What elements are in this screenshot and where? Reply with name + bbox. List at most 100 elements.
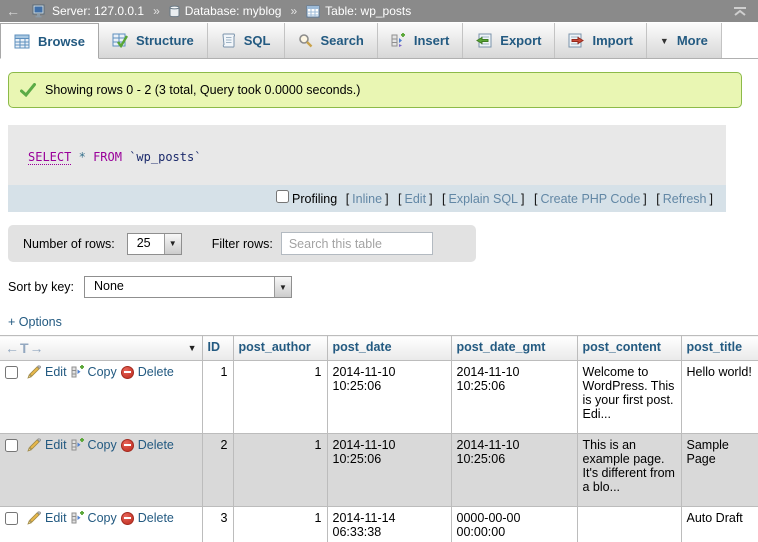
explain-sql-link[interactable]: Explain SQL <box>449 192 518 206</box>
column-header-id[interactable]: ID <box>202 336 233 361</box>
tab-browse[interactable]: Browse <box>0 23 99 59</box>
number-of-rows-label: Number of rows: <box>23 237 115 251</box>
filter-rows-label: Filter rows: <box>212 237 273 251</box>
table-row: Edit Copy Delete 2 1 2014-11-10 10:25:06… <box>0 434 758 507</box>
options-toggle-link[interactable]: + Options <box>8 315 62 329</box>
sql-keyword-from: FROM <box>93 150 122 164</box>
copy-row-link[interactable]: Copy <box>88 511 117 525</box>
create-php-code-link[interactable]: Create PHP Code <box>540 192 640 206</box>
edit-row-link[interactable]: Edit <box>45 438 67 452</box>
breadcrumb-server[interactable]: Server: 127.0.0.1 <box>32 4 144 18</box>
cell-post-author: 1 <box>233 361 327 434</box>
tab-structure[interactable]: Structure <box>99 23 208 58</box>
inline-link[interactable]: Inline <box>352 192 382 206</box>
sort-by-key-select[interactable]: None ▼ <box>84 276 292 298</box>
delete-row-link[interactable]: Delete <box>138 511 174 525</box>
cell-post-date: 2014-11-10 10:25:06 <box>327 361 451 434</box>
table-header-row: ←T→ ▼ ID post_author post_date post_date… <box>0 336 758 361</box>
bracket: ] <box>385 192 388 206</box>
search-icon <box>298 33 313 48</box>
tab-search[interactable]: Search <box>285 23 378 58</box>
row-checkbox[interactable] <box>5 512 18 525</box>
profiling-checkbox[interactable] <box>276 190 289 203</box>
bracket: ] <box>429 192 432 206</box>
sort-by-key-row: Sort by key: None ▼ <box>8 276 758 298</box>
chevron-down-icon: ▼ <box>660 36 669 46</box>
bracket: ] <box>710 192 713 206</box>
delete-minus-icon <box>121 512 134 525</box>
column-header-post-date-gmt[interactable]: post_date_gmt <box>451 336 577 361</box>
tab-export[interactable]: Export <box>463 23 555 58</box>
table-icon <box>306 5 320 18</box>
cell-id: 2 <box>202 434 233 507</box>
tab-search-label: Search <box>321 33 364 48</box>
cell-post-title: Hello world! <box>681 361 758 434</box>
profiling-label: Profiling <box>292 192 337 206</box>
number-of-rows-select[interactable]: 25 ▼ <box>127 233 182 255</box>
copy-row-icon <box>71 365 84 379</box>
cell-post-title: Sample Page <box>681 434 758 507</box>
filter-rows-input[interactable] <box>281 232 433 255</box>
row-checkbox[interactable] <box>5 366 18 379</box>
sql-query-text: SELECT * FROM `wp_posts` <box>8 125 726 185</box>
delete-row-link[interactable]: Delete <box>138 438 174 452</box>
sql-icon <box>221 33 236 48</box>
insert-icon <box>391 33 406 48</box>
tab-structure-label: Structure <box>136 33 194 48</box>
refresh-link[interactable]: Refresh <box>663 192 707 206</box>
column-header-post-date[interactable]: post_date <box>327 336 451 361</box>
breadcrumb-database[interactable]: Database: myblog <box>169 4 282 18</box>
delete-row-link[interactable]: Delete <box>138 365 174 379</box>
copy-row-link[interactable]: Copy <box>88 365 117 379</box>
edit-row-link[interactable]: Edit <box>45 511 67 525</box>
bracket: ] <box>521 192 524 206</box>
success-message-text: Showing rows 0 - 2 (3 total, Query took … <box>45 83 360 97</box>
column-header-post-content[interactable]: post_content <box>577 336 681 361</box>
edit-pencil-icon <box>27 365 41 379</box>
breadcrumb-database-label: Database: myblog <box>185 4 282 18</box>
column-header-post-author[interactable]: post_author <box>233 336 327 361</box>
copy-row-icon <box>71 511 84 525</box>
results-controls-bar: Number of rows: 25 ▼ Filter rows: <box>8 225 476 262</box>
cell-post-content <box>577 507 681 542</box>
cell-post-date: 2014-11-14 06:33:38 <box>327 507 451 542</box>
bracket: [ <box>442 192 445 206</box>
bracket: [ <box>346 192 349 206</box>
sql-keyword-select[interactable]: SELECT <box>28 150 71 165</box>
edit-query-link[interactable]: Edit <box>405 192 427 206</box>
back-arrow-icon[interactable]: ← <box>6 3 20 19</box>
bracket: [ <box>656 192 659 206</box>
edit-pencil-icon <box>27 438 41 452</box>
breadcrumb-table[interactable]: Table: wp_posts <box>306 4 411 18</box>
tab-import[interactable]: Import <box>555 23 646 58</box>
row-checkbox[interactable] <box>5 439 18 452</box>
sort-by-key-label: Sort by key: <box>8 280 74 294</box>
chevron-down-icon: ▼ <box>164 234 181 254</box>
number-of-rows-value: 25 <box>128 234 160 254</box>
copy-row-link[interactable]: Copy <box>88 438 117 452</box>
tab-more[interactable]: ▼ More <box>647 23 722 58</box>
cell-post-content: This is an example page. It's different … <box>577 434 681 507</box>
breadcrumb-server-label: Server: 127.0.0.1 <box>52 4 144 18</box>
delete-minus-icon <box>121 439 134 452</box>
column-layout-toggle-icon[interactable]: ←T→ <box>5 340 45 356</box>
edit-row-link[interactable]: Edit <box>45 365 67 379</box>
edit-pencil-icon <box>27 511 41 525</box>
cell-post-author: 1 <box>233 434 327 507</box>
tab-insert[interactable]: Insert <box>378 23 463 58</box>
column-header-post-title[interactable]: post_title <box>681 336 758 361</box>
delete-minus-icon <box>121 366 134 379</box>
export-icon <box>476 33 492 48</box>
collapse-console-icon[interactable] <box>732 6 748 17</box>
cell-post-date-gmt: 0000-00-00 00:00:00 <box>451 507 577 542</box>
tab-sql[interactable]: SQL <box>208 23 285 58</box>
tab-sql-label: SQL <box>244 33 271 48</box>
breadcrumb-bar: ← Server: 127.0.0.1 » Database: myblog »… <box>0 0 758 22</box>
success-message: Showing rows 0 - 2 (3 total, Query took … <box>8 72 742 108</box>
cell-post-date: 2014-11-10 10:25:06 <box>327 434 451 507</box>
cell-id: 3 <box>202 507 233 542</box>
import-icon <box>568 33 584 48</box>
table-row: Edit Copy Delete 3 1 2014-11-14 06:33:38… <box>0 507 758 542</box>
header-dropdown-icon[interactable]: ▼ <box>188 343 197 353</box>
sort-by-key-value: None <box>85 277 133 297</box>
